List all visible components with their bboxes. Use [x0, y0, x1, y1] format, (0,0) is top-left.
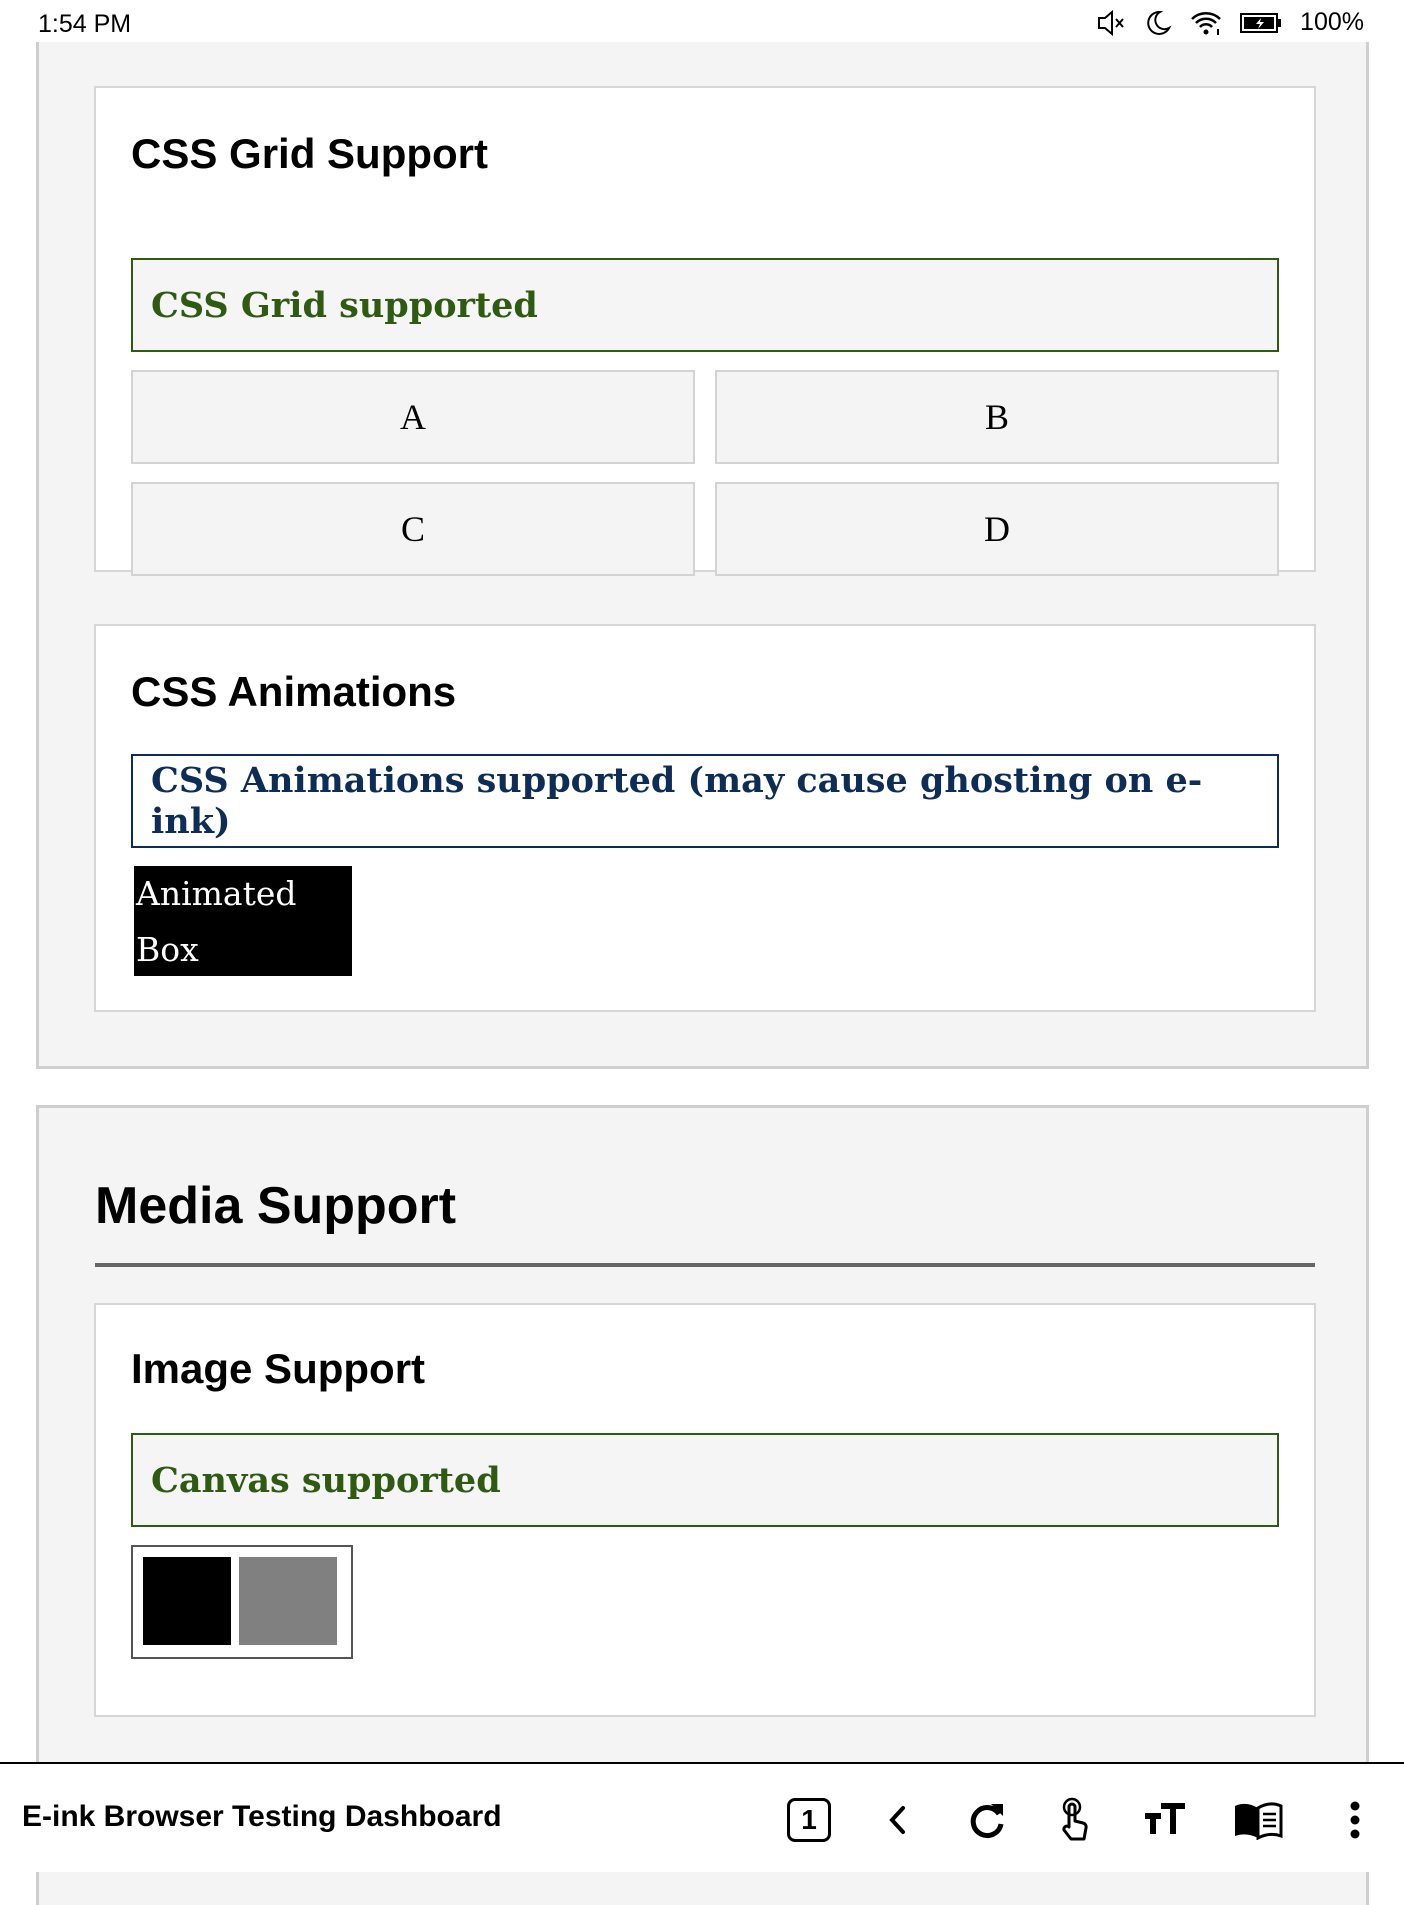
reload-button[interactable]	[959, 1792, 1015, 1848]
canvas-black-square	[143, 1557, 231, 1645]
css-grid-status: CSS Grid supported	[131, 258, 1279, 352]
battery-charging-icon	[1240, 11, 1282, 35]
chevron-left-icon	[889, 1806, 905, 1834]
grid-cell-b: B	[715, 370, 1279, 464]
tabs-button[interactable]: 1	[781, 1792, 837, 1848]
do-not-disturb-icon	[1144, 9, 1172, 37]
reload-icon	[970, 1804, 1004, 1839]
css-animations-card: CSS Animations CSS Animations supported …	[94, 624, 1316, 1012]
image-support-title: Image Support	[131, 1345, 426, 1392]
image-support-card: Image Support Canvas supported	[94, 1303, 1316, 1717]
grid-cell-d: D	[715, 482, 1279, 576]
wifi-icon	[1190, 9, 1222, 37]
canvas-status: Canvas supported	[131, 1433, 1279, 1527]
animated-box-line2: Box	[136, 930, 199, 969]
page-title: E-ink Browser Testing Dashboard	[22, 1800, 502, 1833]
status-icons: 100%	[1096, 8, 1364, 37]
battery-percent: 100%	[1300, 8, 1364, 36]
css-section-panel: CSS Grid Support CSS Grid supported A B …	[36, 42, 1369, 1069]
animated-box: Animated Box	[134, 866, 352, 976]
more-vertical-icon	[1350, 1801, 1360, 1839]
css-animations-title: CSS Animations	[131, 668, 457, 715]
section-divider	[95, 1263, 1315, 1267]
mute-icon	[1096, 9, 1126, 37]
reader-mode-button[interactable]	[1230, 1792, 1286, 1848]
back-button[interactable]	[870, 1792, 926, 1848]
animated-box-line1: Animated	[136, 874, 297, 913]
tab-count: 1	[787, 1798, 831, 1842]
grid-cell-c: C	[131, 482, 695, 576]
canvas-gray-square	[239, 1557, 337, 1645]
book-open-icon	[1235, 1802, 1283, 1840]
css-grid-title: CSS Grid Support	[131, 130, 488, 177]
grid-cell-a: A	[131, 370, 695, 464]
css-animations-status: CSS Animations supported (may cause ghos…	[131, 754, 1279, 848]
canvas-demo	[131, 1545, 353, 1659]
text-size-button[interactable]	[1137, 1792, 1193, 1848]
browser-toolbar: E-ink Browser Testing Dashboard 1	[0, 1762, 1404, 1872]
touch-mode-button[interactable]	[1048, 1792, 1104, 1848]
status-time: 1:54 PM	[38, 10, 132, 38]
more-options-button[interactable]	[1327, 1792, 1383, 1848]
text-size-icon	[1145, 1803, 1185, 1834]
css-grid-card: CSS Grid Support CSS Grid supported A B …	[94, 86, 1316, 576]
media-section-title: Media Support	[95, 1177, 457, 1235]
touch-hand-icon	[1062, 1797, 1088, 1841]
